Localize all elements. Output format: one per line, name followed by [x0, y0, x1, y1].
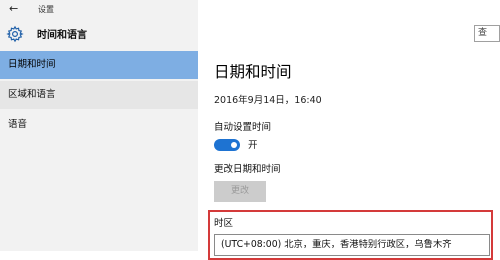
main-content: 查 日期和时间 2016年9月14日，16:40 自动设置时间 开 更改日期和时…: [198, 0, 500, 260]
back-arrow-icon[interactable]: ←: [9, 2, 18, 16]
current-datetime: 2016年9月14日，16:40: [214, 95, 322, 106]
toggle-state-label: 开: [248, 140, 258, 151]
page-title: 日期和时间: [214, 63, 292, 81]
search-input[interactable]: 查: [474, 25, 500, 42]
app-title: 设置: [38, 5, 54, 14]
change-datetime-label: 更改日期和时间: [214, 164, 281, 175]
title-bar: ← 设置: [0, 0, 198, 20]
section-header: 时间和语言: [0, 22, 198, 50]
auto-time-label: 自动设置时间: [214, 122, 272, 133]
section-title: 时间和语言: [37, 30, 87, 41]
sidebar-item-region-language[interactable]: 区域和语言: [0, 81, 198, 109]
toggle-knob: [231, 142, 237, 148]
timezone-label: 时区: [214, 218, 234, 229]
sidebar: ← 设置 时间和语言 日期和时间 区域和语言 语音: [0, 0, 198, 251]
gear-icon: [6, 25, 24, 43]
timezone-dropdown[interactable]: (UTC+08:00) 北京，重庆，香港特别行政区，乌鲁木齐: [214, 234, 490, 256]
sidebar-item-speech[interactable]: 语音: [0, 111, 198, 139]
change-button[interactable]: 更改: [214, 181, 266, 202]
sidebar-item-date-time[interactable]: 日期和时间: [0, 51, 198, 79]
auto-time-toggle[interactable]: [214, 139, 240, 151]
